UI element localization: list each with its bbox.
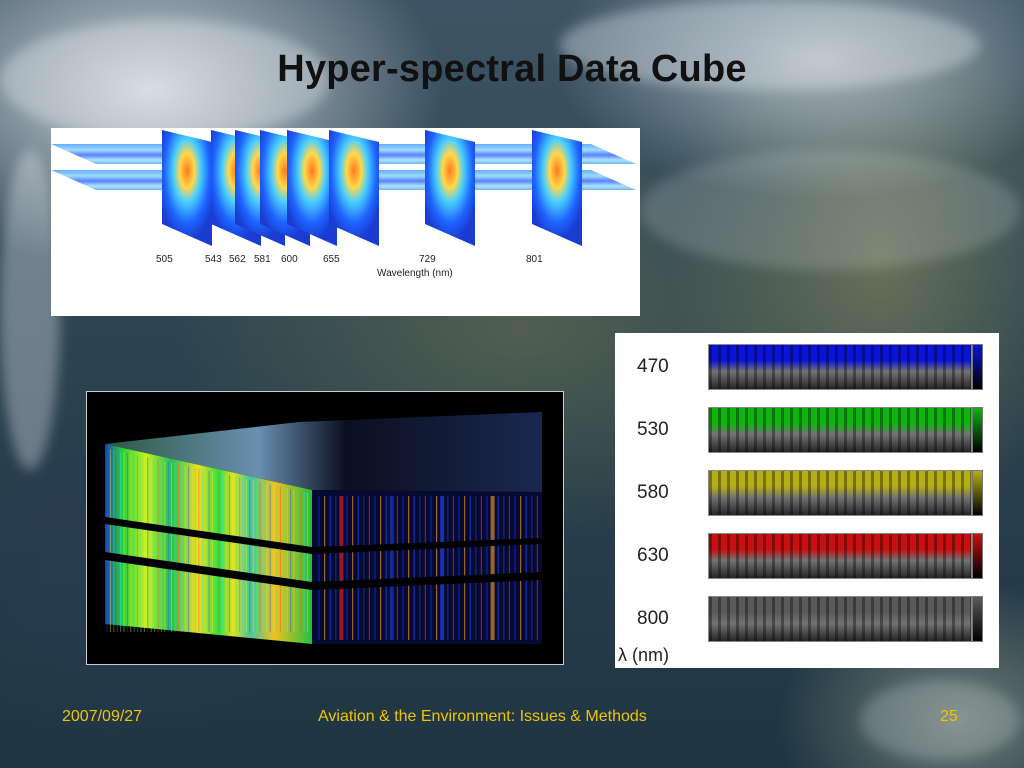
band-wavelength-label: 800 <box>637 608 669 629</box>
page-number: 25 <box>940 708 958 725</box>
wavelength-tick-label: 729 <box>419 254 436 265</box>
spectral-slice <box>532 130 582 246</box>
band-colorbar <box>972 344 983 390</box>
wavelength-tick-label: 655 <box>323 254 340 265</box>
band-row: 530 <box>615 400 999 458</box>
wavelength-axis-label: Wavelength (nm) <box>377 268 453 279</box>
wavelength-tick-label: 581 <box>254 254 271 265</box>
slide-title: Hyper-spectral Data Cube <box>277 48 747 90</box>
spectral-slice <box>162 130 212 246</box>
band-wavelength-label: 630 <box>637 545 669 566</box>
wavelength-tick-label: 600 <box>281 254 298 265</box>
band-colorbar <box>972 533 983 579</box>
band-colorbar <box>972 596 983 642</box>
footer-title: Aviation & the Environment: Issues & Met… <box>318 708 647 725</box>
band-image <box>708 407 972 453</box>
band-image <box>708 533 972 579</box>
wavelength-tick-label: 543 <box>205 254 222 265</box>
band-row: 800 <box>615 589 999 647</box>
band-image <box>708 470 972 516</box>
band-wavelength-label: 470 <box>637 356 669 377</box>
band-image <box>708 596 972 642</box>
spectral-slices-figure: 505 543 562 581 600 655 729 801 Wavelength (nm) <box>51 128 640 316</box>
band-row: 580 <box>615 463 999 521</box>
cloud-streak <box>640 150 1020 270</box>
footer-date: 2007/09/27 <box>62 708 143 725</box>
band-images-figure: 470 530 580 630 800 λ (nm) <box>615 333 999 668</box>
band-wavelength-label: 530 <box>637 419 669 440</box>
wavelength-tick-label: 505 <box>156 254 173 265</box>
data-cube-graphic <box>105 412 542 644</box>
band-row: 630 <box>615 526 999 584</box>
wavelength-tick-label: 562 <box>229 254 246 265</box>
band-colorbar <box>972 407 983 453</box>
data-cube-figure <box>86 391 564 665</box>
band-image <box>708 344 972 390</box>
wavelength-tick-label: 801 <box>526 254 543 265</box>
band-row: 470 <box>615 337 999 395</box>
wavelength-unit-label: λ (nm) <box>618 645 669 665</box>
band-colorbar <box>972 470 983 516</box>
spectral-slice <box>425 130 475 246</box>
spectral-slices-graphic: 505 543 562 581 600 655 729 801 Wavelength (nm) <box>51 130 636 279</box>
band-wavelength-label: 580 <box>637 482 669 503</box>
